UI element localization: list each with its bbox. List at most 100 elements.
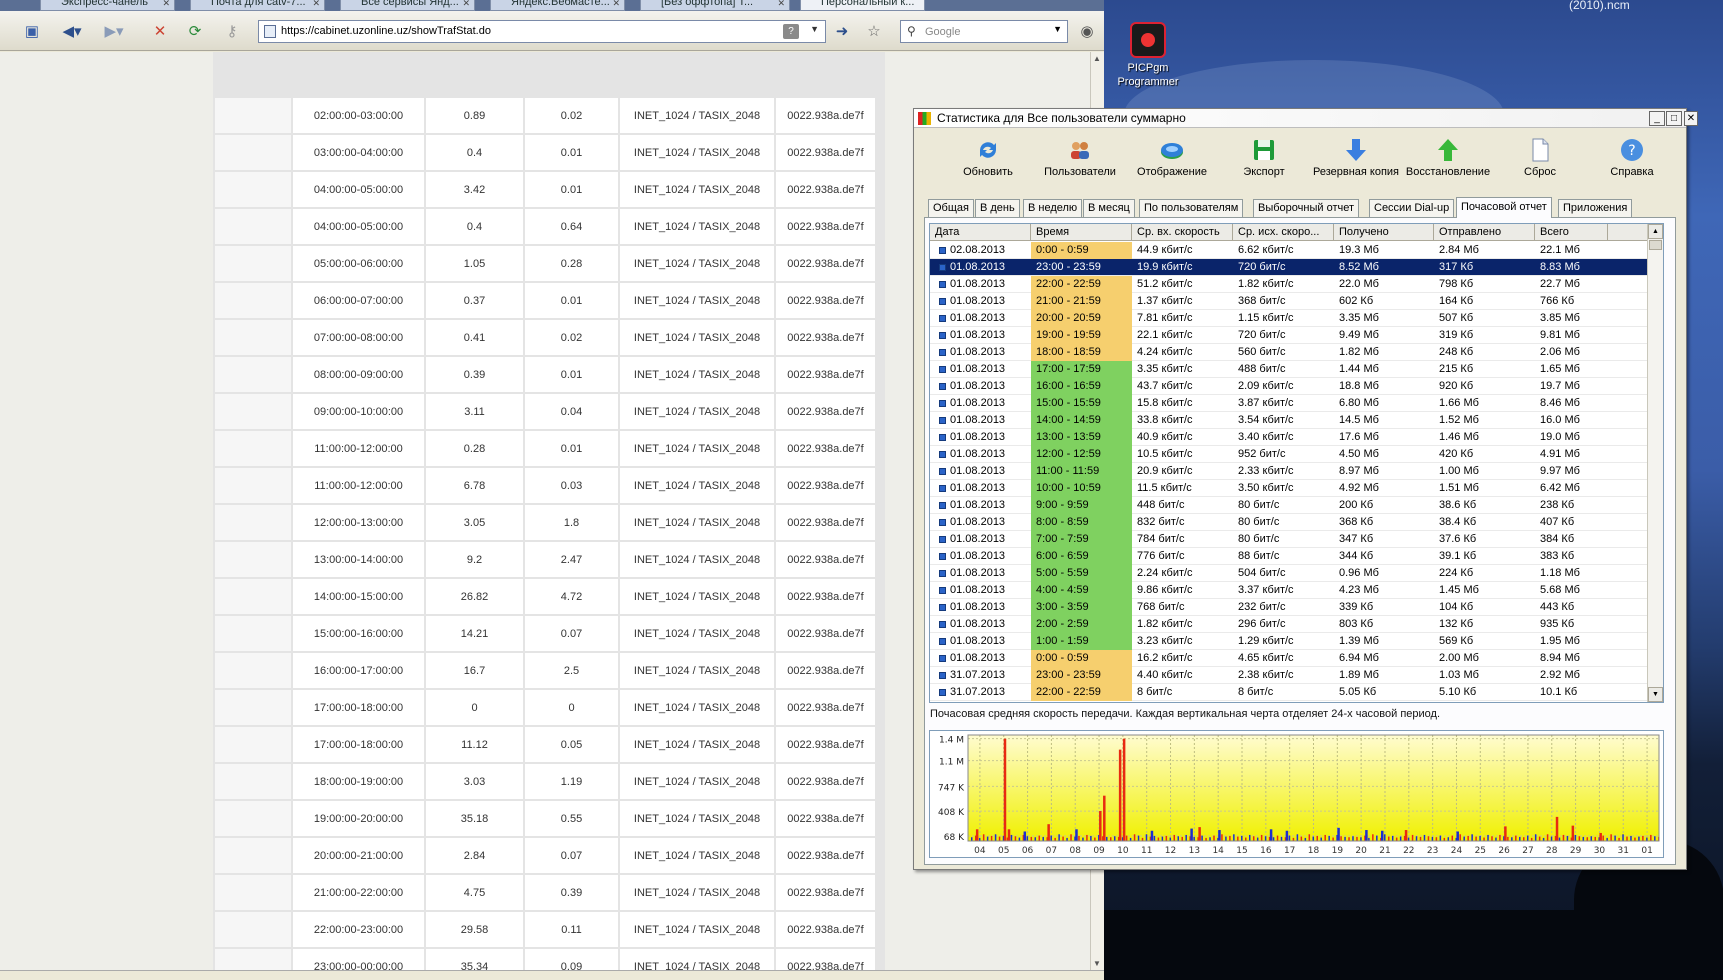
column-header-total[interactable]: Всего <box>1535 224 1608 241</box>
close-icon[interactable]: ✕ <box>612 0 620 10</box>
table-scrollbar[interactable]: ▲ ▼ <box>1647 224 1663 702</box>
browser-tab[interactable]: [Без оффтопа] Т... ✕ <box>640 0 790 11</box>
window-titlebar[interactable]: Статистика для Все пользователи суммарно… <box>914 109 1698 128</box>
menu-icon[interactable]: ◉ <box>1075 20 1099 43</box>
scroll-down-icon[interactable]: ▼ <box>1093 959 1101 968</box>
table-row[interactable]: 02.08.2013 0:00 - 0:59 44.9 кбит/с 6.62 кби… <box>930 242 1648 259</box>
table-row[interactable]: 01.08.2013 22:00 - 22:59 51.2 кбит/с 1.82 к… <box>930 276 1648 293</box>
restore-button[interactable]: Восстановление <box>1400 137 1496 191</box>
reload-button[interactable]: ⟳ <box>183 20 207 43</box>
browser-tab[interactable]: Все сервисы Янд... ✕ <box>340 0 475 11</box>
close-icon[interactable]: ✕ <box>777 0 785 10</box>
close-icon[interactable]: ✕ <box>312 0 320 10</box>
home-button[interactable]: ⚷ <box>220 20 244 43</box>
table-row[interactable]: 01.08.2013 1:00 - 1:59 3.23 кбит/с 1.29 кби… <box>930 633 1648 650</box>
table-row[interactable]: 01.08.2013 0:00 - 0:59 16.2 кбит/с 4.65 кби… <box>930 650 1648 667</box>
tab-applications[interactable]: Приложения <box>1558 199 1633 217</box>
table-row[interactable]: 01.08.2013 16:00 - 16:59 43.7 кбит/с 2.09 к… <box>930 378 1648 395</box>
x-tick-label: 12 <box>1165 846 1176 856</box>
table-row: 09:00:00-10:00:00 3.11 0.04 INET_1024 / TAS… <box>215 394 875 429</box>
scroll-down-icon[interactable]: ▼ <box>1648 687 1663 702</box>
users-button[interactable]: Пользователи <box>1032 137 1128 191</box>
tab-per-day[interactable]: В день <box>975 199 1020 217</box>
table-row[interactable]: 01.08.2013 12:00 - 12:59 10.5 кбит/с 952 би… <box>930 446 1648 463</box>
close-icon[interactable]: ✕ <box>162 0 170 10</box>
scroll-up-icon[interactable]: ▲ <box>1093 54 1101 63</box>
export-button[interactable]: Экспорт <box>1216 137 1312 191</box>
table-row[interactable]: 01.08.2013 8:00 - 8:59 832 бит/с 80 бит/с 36… <box>930 514 1648 531</box>
column-header-time[interactable]: Время <box>1031 224 1132 241</box>
bookmark-star-icon[interactable]: ☆ <box>862 20 886 43</box>
activity-bar <box>1526 835 1529 841</box>
column-header-date[interactable]: Дата <box>930 224 1031 241</box>
backup-button[interactable]: Резервная копия <box>1308 137 1404 191</box>
column-header-received[interactable]: Получено <box>1334 224 1434 241</box>
forward-button[interactable]: ▶▾ <box>97 20 131 43</box>
activity-bar <box>1558 837 1561 841</box>
table-row[interactable]: 01.08.2013 15:00 - 15:59 15.8 кбит/с 3.87 к… <box>930 395 1648 412</box>
table-row[interactable]: 01.08.2013 5:00 - 5:59 2.24 кбит/с 504 бит/… <box>930 565 1648 582</box>
tab-by-users[interactable]: По пользователям <box>1139 199 1244 217</box>
table-row[interactable]: 01.08.2013 9:00 - 9:59 448 бит/с 80 бит/с 20… <box>930 497 1648 514</box>
table-cell-mac: 0022.938a.de7f <box>776 579 875 614</box>
table-row[interactable]: 01.08.2013 10:00 - 10:59 11.5 кбит/с 3.50 к… <box>930 480 1648 497</box>
tab-general[interactable]: Общая <box>928 199 974 217</box>
reset-button[interactable]: Сброс <box>1492 137 1588 191</box>
save-page-icon[interactable]: ▣ <box>20 20 44 43</box>
minimize-button[interactable]: _ <box>1649 111 1665 126</box>
table-row[interactable]: 01.08.2013 20:00 - 20:59 7.81 кбит/с 1.15 к… <box>930 310 1648 327</box>
chevron-down-icon[interactable]: ▼ <box>810 24 819 34</box>
table-row[interactable]: 31.07.2013 22:00 - 22:59 8 бит/с 8 бит/с 5.0… <box>930 684 1648 701</box>
table-cell-tariff: INET_1024 / TASIX_2048 <box>620 875 774 910</box>
tab-custom-report[interactable]: Выборочный отчет <box>1253 199 1360 217</box>
tab-dialup-sessions[interactable]: Сессии Dial-up <box>1369 199 1455 217</box>
table-row[interactable]: 31.07.2013 23:00 - 23:59 4.40 кбит/с 2.38 к… <box>930 667 1648 684</box>
refresh-button[interactable]: Обновить <box>940 137 1036 191</box>
site-info-icon[interactable]: ? <box>783 24 799 39</box>
table-row[interactable]: 01.08.2013 19:00 - 19:59 22.1 кбит/с 720 би… <box>930 327 1648 344</box>
table-row[interactable]: 01.08.2013 2:00 - 2:59 1.82 кбит/с 296 бит/… <box>930 616 1648 633</box>
table-cell-in: 35.18 <box>426 801 523 836</box>
tab-per-month[interactable]: В месяц <box>1083 199 1135 217</box>
browser-tab[interactable]: Почта для catv-7... ✕ <box>190 0 325 11</box>
picpgm-desktop-icon[interactable]: PICPgm Programmer <box>1108 22 1188 89</box>
table-cell-out_speed: 4.65 кбит/с <box>1238 652 1294 664</box>
column-header-in-speed[interactable]: Ср. вх. скорость <box>1132 224 1233 241</box>
display-button[interactable]: Отображение <box>1124 137 1220 191</box>
tab-hourly-report[interactable]: Почасовой отчет <box>1456 197 1552 218</box>
table-cell <box>215 468 291 503</box>
table-row[interactable]: 01.08.2013 3:00 - 3:59 768 бит/с 232 бит/с 3… <box>930 599 1648 616</box>
table-row-selected[interactable]: 01.08.2013 23:00 - 23:59 19.9 кбит/с 720 би… <box>930 259 1648 276</box>
help-button[interactable]: ? Справка <box>1584 137 1680 191</box>
close-button[interactable]: ✕ <box>1684 111 1698 126</box>
column-header-out-speed[interactable]: Ср. исх. скоро... <box>1233 224 1334 241</box>
table-row[interactable]: 01.08.2013 7:00 - 7:59 784 бит/с 80 бит/с 34… <box>930 531 1648 548</box>
browser-tab-active[interactable]: Персональный к... <box>800 0 925 11</box>
column-header-sent[interactable]: Отправлено <box>1434 224 1535 241</box>
table-row: 22:00:00-23:00:00 29.58 0.11 INET_1024 / TA… <box>215 912 875 947</box>
address-bar[interactable]: https://cabinet.uzonline.uz/showTrafStat… <box>258 20 826 43</box>
chevron-down-icon[interactable]: ▼ <box>1053 24 1062 34</box>
tab-per-week[interactable]: В неделю <box>1023 199 1083 217</box>
table-row[interactable]: 01.08.2013 14:00 - 14:59 33.8 кбит/с 3.54 к… <box>930 412 1648 429</box>
scroll-up-icon[interactable]: ▲ <box>1648 224 1663 239</box>
search-input[interactable]: ⚲ Google ▼ <box>900 20 1068 43</box>
table-cell-in_speed: 2.24 кбит/с <box>1137 567 1193 579</box>
table-row[interactable]: 01.08.2013 18:00 - 18:59 4.24 кбит/с 560 би… <box>930 344 1648 361</box>
maximize-button[interactable]: □ <box>1666 111 1682 126</box>
browser-tab[interactable]: Экспресс-чанель ✕ <box>40 0 175 11</box>
y-tick-label: 1.1 M <box>939 758 964 768</box>
close-icon[interactable]: ✕ <box>462 0 470 10</box>
back-button[interactable]: ◀▾ <box>55 20 89 43</box>
table-row[interactable]: 01.08.2013 6:00 - 6:59 776 бит/с 88 бит/с 34… <box>930 548 1648 565</box>
scrollbar-thumb[interactable] <box>1649 240 1662 250</box>
table-row[interactable]: 01.08.2013 11:00 - 11:59 20.9 кбит/с 2.33 к… <box>930 463 1648 480</box>
browser-tab[interactable]: Яндекс.Вебмасте... ✕ <box>490 0 625 11</box>
table-body: 02.08.2013 0:00 - 0:59 44.9 кбит/с 6.62 кби… <box>930 242 1648 701</box>
stop-button[interactable]: ✕ <box>148 20 172 43</box>
table-row[interactable]: 01.08.2013 4:00 - 4:59 9.86 кбит/с 3.37 кби… <box>930 582 1648 599</box>
go-button[interactable]: ➜ <box>830 20 854 43</box>
table-row[interactable]: 01.08.2013 21:00 - 21:59 1.37 кбит/с 368 би… <box>930 293 1648 310</box>
table-row[interactable]: 01.08.2013 17:00 - 17:59 3.35 кбит/с 488 би… <box>930 361 1648 378</box>
table-row[interactable]: 01.08.2013 13:00 - 13:59 40.9 кбит/с 3.40 к… <box>930 429 1648 446</box>
